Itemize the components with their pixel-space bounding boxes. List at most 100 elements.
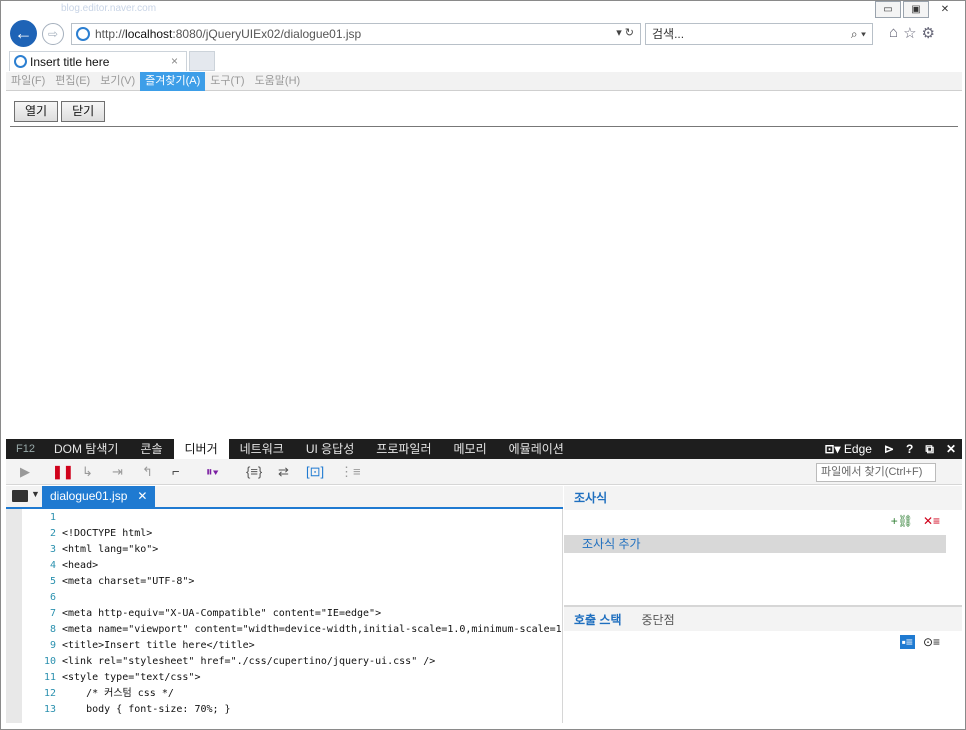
code-editor[interactable]: 1 2 <!DOCTYPE html> 3 <html lang="ko"> 4 <head…: [6, 509, 563, 723]
tab-callstack[interactable]: 호출 스택: [574, 611, 622, 628]
devtools-tab[interactable]: 네트워크: [229, 439, 295, 459]
just-my-code-icon[interactable]: [⊡]: [306, 464, 324, 480]
devtools-tab[interactable]: 메모리: [442, 439, 497, 459]
devtools-tab[interactable]: 프로파일러: [365, 439, 442, 459]
horizontal-rule: [10, 126, 958, 127]
continue-icon[interactable]: ▶: [20, 464, 30, 480]
line-number[interactable]: 10: [24, 654, 56, 670]
ie-tab-icon: [14, 55, 27, 68]
code-line: 5 <meta charset="UTF-8">: [24, 574, 194, 590]
watch-icons: +⛓ ✕≡: [891, 514, 940, 528]
browser-tab[interactable]: Insert title here ×: [9, 51, 187, 71]
file-tab-label: dialogue01.jsp: [50, 489, 128, 503]
chevron-down-icon[interactable]: ▼: [31, 489, 40, 499]
line-number[interactable]: 5: [24, 574, 56, 590]
show-frames-icon[interactable]: ▪≡: [899, 635, 915, 649]
folder-icon[interactable]: [12, 490, 28, 502]
file-tab[interactable]: dialogue01.jsp ✕: [42, 486, 156, 507]
line-number[interactable]: 13: [24, 702, 56, 718]
close-window-button[interactable]: ✕: [931, 1, 959, 18]
ie-page-icon: [76, 27, 90, 41]
favorites-icon[interactable]: ☆: [903, 24, 916, 42]
break-icon[interactable]: ❚❚: [52, 464, 74, 480]
code-line: 11 <style type="text/css">: [24, 670, 201, 686]
close-devtools-icon[interactable]: ✕: [946, 442, 956, 456]
close-button[interactable]: 닫기: [61, 101, 106, 122]
menu-item[interactable]: 보기(V): [95, 72, 140, 91]
page-buttons: 열기 닫기: [14, 101, 106, 122]
step-out-icon[interactable]: ↰: [142, 464, 153, 480]
gear-icon[interactable]: ⚙: [922, 24, 935, 42]
refresh-icon[interactable]: ▾ ↻: [616, 26, 634, 39]
pretty-print-icon[interactable]: {≡}: [246, 464, 262, 479]
open-button[interactable]: 열기: [14, 101, 59, 122]
line-number[interactable]: 6: [24, 590, 56, 606]
devtools-tab[interactable]: 에뮬레이션: [498, 439, 575, 459]
home-icon[interactable]: ⌂: [889, 24, 898, 42]
maximize-button[interactable]: ▣: [903, 1, 929, 18]
disable-breakpoints-icon[interactable]: ⋮≡: [340, 464, 361, 480]
devtools-tab[interactable]: DOM 탐색기: [43, 439, 129, 459]
code-line: 4 <head>: [24, 558, 98, 574]
menu-item[interactable]: 즐겨찾기(A): [140, 71, 206, 91]
break-on-new-worker-icon[interactable]: ⌐: [172, 464, 180, 479]
code-line: 8 <meta name="viewport" content="width=de…: [24, 622, 562, 638]
forward-button[interactable]: ⇨: [42, 23, 64, 45]
help-icon[interactable]: ?: [906, 442, 913, 456]
address-bar[interactable]: http://localhost:8080/jQueryUIEx02/dialo…: [71, 23, 641, 45]
url-text[interactable]: http://localhost:8080/jQueryUIEx02/dialo…: [95, 27, 361, 41]
page-content: 열기 닫기: [6, 92, 962, 439]
console-toggle-icon[interactable]: ⊳: [884, 442, 894, 456]
line-number[interactable]: 11: [24, 670, 56, 686]
emulation-mode[interactable]: ⊡▾ Edge: [825, 442, 872, 456]
devtools-tab-bar: F12 DOM 탐색기 콘솔 디버거 네트워크 UI 응답성 프로파일러 메모리 에뮬레이션 …: [6, 439, 962, 459]
add-watch-icon[interactable]: +⛓: [891, 514, 913, 528]
url-prefix: http://: [95, 27, 126, 41]
menu-item[interactable]: 도구(T): [205, 72, 249, 91]
devtools-tab[interactable]: 콘솔: [129, 439, 173, 459]
tab-row: Insert title here ×: [1, 49, 965, 71]
title-bar: blog.editor.naver.com ▭ ▣ ✕: [1, 1, 965, 19]
menu-item[interactable]: 파일(F): [6, 72, 50, 91]
edge-mode-label: Edge: [843, 442, 872, 456]
minimize-button[interactable]: ▭: [875, 1, 901, 18]
close-tab-icon[interactable]: ×: [171, 54, 178, 68]
watch-panel: 조사식 +⛓ ✕≡ 조사식 추가: [564, 486, 962, 604]
step-into-icon[interactable]: ↳: [82, 464, 93, 480]
tab-breakpoints[interactable]: 중단점: [642, 611, 675, 628]
search-input[interactable]: 검색... ⌕ ▾: [645, 23, 873, 45]
search-placeholder: 검색...: [652, 27, 685, 41]
line-number[interactable]: 9: [24, 638, 56, 654]
line-number[interactable]: 12: [24, 686, 56, 702]
async-frames-icon[interactable]: ⊙≡: [923, 635, 940, 649]
step-over-icon[interactable]: ⇥: [112, 464, 123, 480]
menu-item[interactable]: 편집(E): [50, 72, 95, 91]
code-line: 6: [24, 590, 62, 606]
line-number[interactable]: 3: [24, 542, 56, 558]
line-number[interactable]: 2: [24, 526, 56, 542]
line-number[interactable]: 4: [24, 558, 56, 574]
devtools-tab[interactable]: UI 응답성: [295, 439, 365, 459]
delete-all-watches-icon[interactable]: ✕≡: [923, 514, 940, 528]
undock-icon[interactable]: ⧉: [925, 442, 934, 457]
find-in-files-input[interactable]: 파일에서 찾기(Ctrl+F): [816, 463, 936, 482]
line-text: <html lang="ko">: [62, 544, 159, 555]
url-host: localhost: [125, 27, 173, 41]
code-line: 9 <title>Insert title here</title>: [24, 638, 255, 654]
line-number[interactable]: 7: [24, 606, 56, 622]
word-wrap-icon[interactable]: ⇄: [278, 464, 289, 480]
close-file-tab-icon[interactable]: ✕: [137, 486, 147, 507]
debugger-toolbar: ▶ ❚❚ ↳ ⇥ ↰ ⌐ ⏸▾ {≡} ⇄ [⊡] ⋮≡ 파일에서 찾기(Ctr…: [6, 459, 962, 485]
line-number[interactable]: 8: [24, 622, 56, 638]
line-text: body { font-size: 70%; }: [62, 704, 231, 715]
search-icon[interactable]: ⌕ ▾: [851, 24, 866, 44]
exception-behavior-icon[interactable]: ⏸▾: [206, 464, 219, 480]
breakpoint-gutter[interactable]: [6, 509, 22, 723]
devtools-tab[interactable]: 디버거: [173, 439, 229, 459]
menu-item[interactable]: 도움말(H): [250, 72, 306, 91]
back-button[interactable]: ←: [10, 20, 37, 47]
new-tab-button[interactable]: [189, 51, 215, 71]
add-watch-item[interactable]: 조사식 추가: [564, 535, 946, 553]
ghost-url-text: blog.editor.naver.com: [61, 3, 157, 14]
line-number[interactable]: 1: [24, 510, 56, 526]
